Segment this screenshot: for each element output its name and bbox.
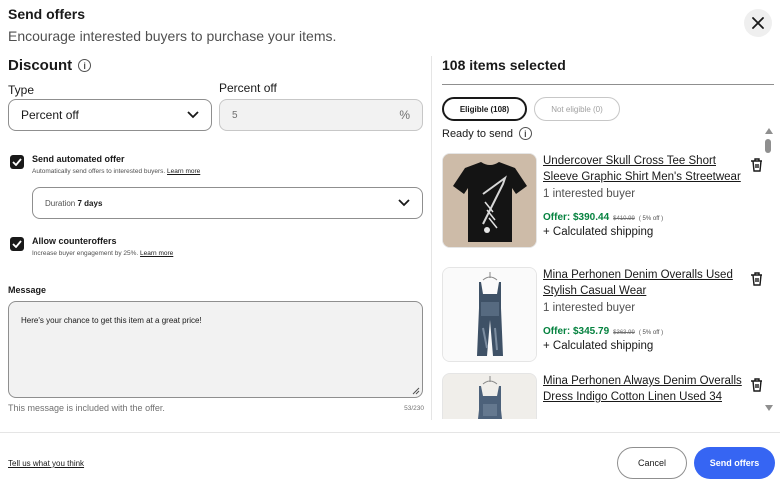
shipping-text: + Calculated shipping [543, 340, 654, 352]
item-thumbnail[interactable] [442, 373, 537, 419]
message-textarea[interactable]: Here's your chance to get this item at a… [8, 301, 423, 398]
ready-to-send-heading: Ready to send i [442, 127, 532, 140]
discount-heading: Discount i [8, 57, 424, 74]
resize-handle-icon[interactable] [412, 387, 420, 395]
items-panel: 108 items selected Eligible (108) Not el… [442, 57, 776, 419]
scrollbar-thumb[interactable] [765, 139, 771, 153]
automated-offer-desc-text: Automatically send offers to interested … [32, 168, 166, 175]
info-icon[interactable]: i [518, 127, 532, 140]
items-divider [442, 84, 774, 85]
offer-line: Offer: $390.44 $410.99 ( 5% off ) [543, 212, 743, 223]
trash-icon[interactable] [749, 271, 762, 287]
duration-label: Duration [45, 198, 76, 208]
counteroffers-title: Allow counteroffers [32, 236, 117, 246]
dialog-title: Send offers [8, 6, 86, 22]
list-item: Undercover Skull Cross Tee Short Sleeve … [442, 153, 762, 265]
automated-offer-option: Send automated offer Automatically send … [10, 154, 200, 175]
counteroffers-checkbox[interactable] [10, 237, 24, 251]
duration-value: 7 days [77, 198, 103, 208]
item-interest: 1 interested buyer [543, 302, 636, 314]
items-selected-count: 108 items selected [442, 57, 566, 73]
message-label: Message [8, 285, 47, 295]
checkmark-icon [12, 240, 22, 248]
dialog-subtitle: Encourage interested buyers to purchase … [8, 28, 337, 44]
item-title-link[interactable]: Mina Perhonen Always Denim Overalls Dres… [543, 373, 743, 405]
column-divider [431, 56, 432, 420]
ready-to-send-label: Ready to send [442, 127, 513, 140]
cancel-button[interactable]: Cancel [617, 447, 687, 479]
checkmark-icon [12, 158, 22, 166]
items-list[interactable]: Undercover Skull Cross Tee Short Sleeve … [442, 151, 762, 419]
footer-divider [0, 432, 780, 433]
item-info: Undercover Skull Cross Tee Short Sleeve … [543, 153, 743, 238]
item-interest: 1 interested buyer [543, 188, 636, 200]
item-thumbnail[interactable] [442, 267, 537, 362]
counteroffers-learn-more-link[interactable]: Learn more [140, 250, 173, 257]
percent-off-badge: ( 5% off ) [638, 216, 664, 222]
close-icon [752, 17, 764, 29]
item-info: Mina Perhonen Denim Overalls Used Stylis… [543, 267, 743, 352]
scroll-down-arrow-icon[interactable] [765, 405, 773, 411]
message-help-text: This message is included with the offer. [8, 403, 165, 413]
automated-offer-title: Send automated offer [32, 154, 125, 164]
percent-off-value: 5 [232, 109, 238, 121]
tshirt-image-icon [443, 154, 536, 247]
discount-title: Discount [8, 57, 73, 74]
counteroffers-desc: Increase buyer engagement by 25%. Learn … [32, 250, 173, 257]
automated-offer-learn-more-link[interactable]: Learn more [167, 168, 200, 175]
item-thumbnail[interactable] [442, 153, 537, 248]
percent-off-badge: ( 5% off ) [638, 330, 664, 336]
percent-off-label: Percent off [219, 81, 277, 95]
dialog-header: Send offers Encourage interested buyers … [8, 6, 772, 44]
message-text: Here's your chance to get this item at a… [21, 316, 202, 325]
percent-symbol: % [399, 108, 410, 122]
original-price: $410.99 [613, 216, 635, 222]
trash-icon[interactable] [749, 157, 762, 173]
offer-price: Offer: $390.44 [543, 212, 610, 223]
shipping-text: + Calculated shipping [543, 226, 654, 238]
automated-offer-desc: Automatically send offers to interested … [32, 168, 200, 175]
duration-text: Duration 7 days [45, 199, 102, 208]
duration-select[interactable]: Duration 7 days [32, 187, 423, 219]
send-offers-button[interactable]: Send offers [694, 447, 775, 479]
offer-price: Offer: $345.79 [543, 326, 610, 337]
offer-line: Offer: $345.79 $363.99 ( 5% off ) [543, 326, 743, 337]
scroll-up-arrow-icon[interactable] [765, 128, 773, 134]
counteroffers-option: Allow counteroffers Increase buyer engag… [10, 236, 173, 257]
list-item: Mina Perhonen Always Denim Overalls Dres… [442, 373, 762, 419]
info-icon[interactable]: i [78, 59, 92, 72]
chevron-down-icon [187, 111, 199, 119]
offer-settings-panel: Discount i Type Percent off Percent off … [8, 57, 424, 422]
list-item: Mina Perhonen Denim Overalls Used Stylis… [442, 267, 762, 367]
percent-off-input[interactable]: 5 % [219, 99, 423, 131]
overalls-dress-image-icon [443, 374, 536, 419]
original-price: $363.99 [613, 330, 635, 336]
counteroffers-desc-text: Increase buyer engagement by 25%. [32, 250, 139, 257]
feedback-link[interactable]: Tell us what you think [8, 459, 84, 468]
item-title-link[interactable]: Undercover Skull Cross Tee Short Sleeve … [543, 153, 743, 185]
tab-not-eligible[interactable]: Not eligible (0) [534, 97, 620, 121]
chevron-down-icon [398, 199, 410, 207]
message-char-count: 53/230 [404, 405, 424, 412]
item-title-link[interactable]: Mina Perhonen Denim Overalls Used Stylis… [543, 267, 743, 299]
item-info: Mina Perhonen Always Denim Overalls Dres… [543, 373, 743, 405]
type-label: Type [8, 83, 35, 97]
tab-eligible[interactable]: Eligible (108) [442, 97, 527, 121]
automated-offer-checkbox[interactable] [10, 155, 24, 169]
discount-type-select[interactable]: Percent off [8, 99, 212, 131]
discount-type-value: Percent off [21, 108, 79, 122]
trash-icon[interactable] [749, 377, 762, 393]
overalls-image-icon [443, 268, 536, 361]
close-button[interactable] [744, 9, 772, 37]
